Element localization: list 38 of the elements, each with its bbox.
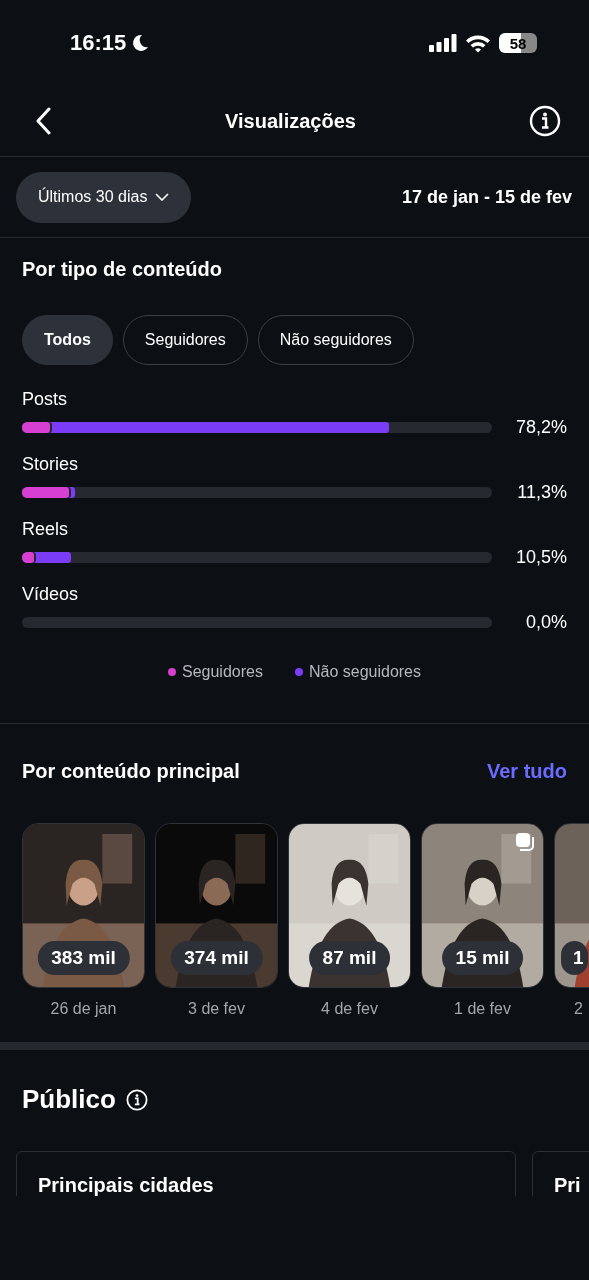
page-title: Visualizações	[225, 109, 356, 133]
bar-label: Stories	[22, 454, 80, 475]
post-date: 26 de jan	[50, 1000, 117, 1018]
post-date: 1 de fev	[454, 1000, 511, 1018]
bar-value: 0,0%	[525, 612, 567, 633]
see-all-link[interactable]: Ver tudo	[487, 760, 567, 783]
bar-value: 10,5%	[515, 547, 567, 568]
bar-value: 11,3%	[517, 482, 567, 503]
wifi-icon	[465, 33, 491, 53]
bar-label: Vídeos	[22, 584, 80, 605]
card-title: Principais cidades	[38, 1174, 214, 1196]
section-title: Por conteúdo principal	[22, 760, 240, 783]
signal-icon	[429, 34, 457, 52]
date-range: 17 de jan - 15 de fev	[401, 186, 572, 208]
legend-label: Seguidores	[182, 663, 263, 681]
section-title: Público	[22, 1084, 116, 1115]
filter-chip[interactable]: Todos	[22, 315, 113, 365]
period-dropdown[interactable]: Últimos 30 dias	[16, 171, 192, 223]
moon-icon	[130, 33, 151, 53]
status-time: 16:15	[70, 30, 127, 56]
info-icon[interactable]	[529, 105, 561, 137]
view-count: 87 mil	[308, 941, 391, 975]
legend-label: Não seguidores	[308, 663, 421, 681]
view-count: 15 mil	[441, 941, 524, 975]
post-date: 3 de fev	[188, 1000, 245, 1018]
section-title: Por tipo de conteúdo	[22, 258, 223, 281]
card-title: Pri	[554, 1174, 581, 1196]
post-date: 4 de fev	[321, 1000, 378, 1018]
bar-value: 78,2%	[515, 417, 567, 438]
chevron-down-icon	[155, 193, 170, 201]
back-icon[interactable]	[36, 107, 52, 135]
view-count: 374 mil	[170, 941, 263, 975]
battery-icon: 58	[499, 33, 537, 53]
bar-label: Reels	[22, 519, 70, 540]
info-icon[interactable]	[125, 1088, 148, 1111]
view-count: 383 mil	[37, 941, 130, 975]
bar-label: Posts	[22, 389, 69, 410]
post-date: 2	[573, 1000, 583, 1018]
